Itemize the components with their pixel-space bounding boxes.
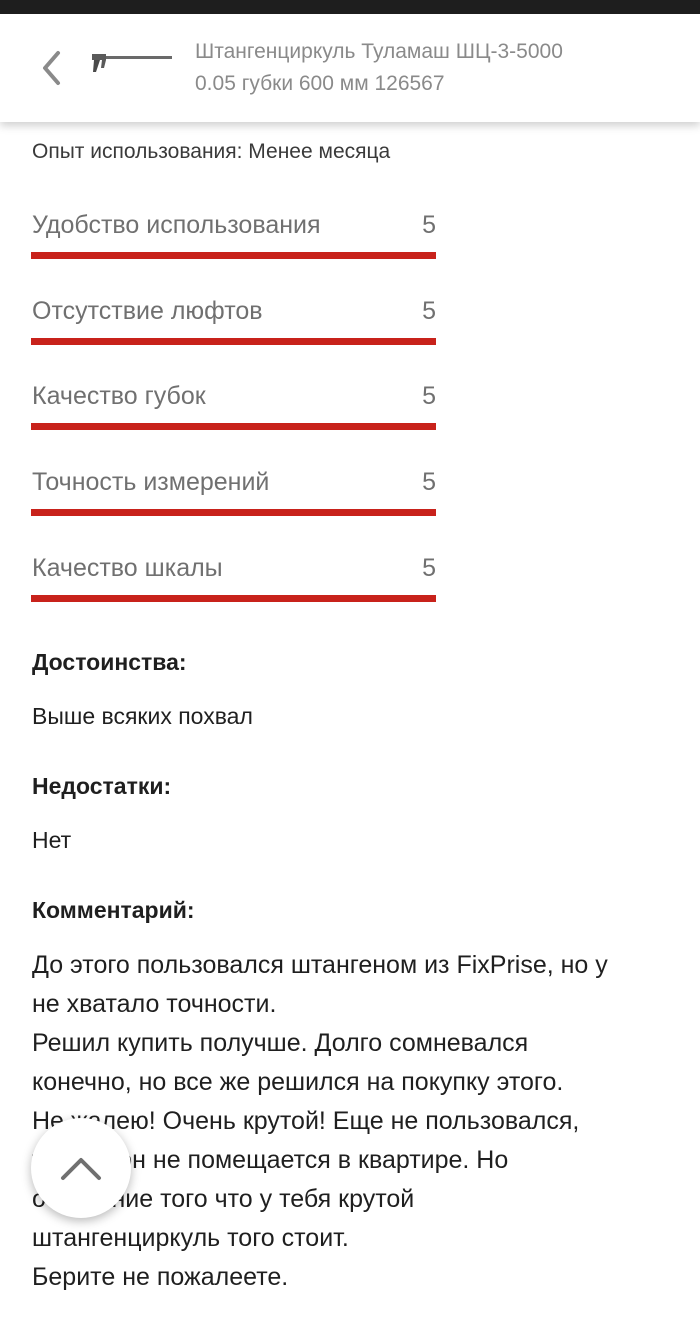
product-title-line-2: 0.05 губки 600 мм 126567 [195, 72, 445, 95]
product-thumbnail[interactable] [90, 50, 174, 80]
rating-bar [31, 423, 436, 431]
product-header: Штангенциркуль Туламаш ШЦ-3-5000 0.05 гу… [0, 14, 700, 122]
comment-line: Берите не пожалеете. [32, 1263, 289, 1291]
comment-line: штангенциркуль того стоит. [32, 1224, 349, 1252]
pros-text: Выше всяких похвал [32, 703, 253, 729]
rating-list: Удобство использования 5 Отсутствие люфт… [31, 200, 436, 629]
rating-bar [31, 252, 436, 259]
rating-value: 5 [422, 211, 436, 239]
rating-label: Качество шкалы [32, 553, 223, 582]
rating-row-backlash: Отсутствие люфтов 5 [31, 286, 436, 372]
comment-heading: Комментарий: [32, 897, 195, 923]
rating-label: Качество губок [32, 382, 206, 411]
rating-row-jaws: Качество губок 5 [31, 371, 436, 457]
comment-line: До этого пользовался штангеном из FixPri… [32, 951, 608, 979]
chevron-left-icon [43, 51, 60, 85]
comment-line: конечно, но все же решился на покупку эт… [32, 1068, 564, 1096]
cons-text: Нет [32, 827, 72, 853]
comment-line: Не жалею! Очень крутой! Еще не пользовал… [32, 1107, 580, 1135]
back-button[interactable] [28, 44, 76, 92]
cons-heading: Недостатки: [32, 773, 172, 799]
product-title[interactable]: Штангенциркуль Туламаш ШЦ-3-5000 0.05 гу… [195, 36, 665, 100]
rating-bar [31, 509, 436, 517]
rating-bar [31, 337, 436, 345]
rating-label: Точность измерений [32, 468, 270, 497]
rating-value: 5 [422, 296, 436, 325]
rating-label: Отсутствие люфтов [32, 296, 263, 325]
rating-value: 5 [422, 382, 436, 411]
rating-row-usability: Удобство использования 5 [31, 200, 436, 286]
rating-value: 5 [422, 553, 436, 582]
rating-label: Удобство использования [32, 211, 321, 239]
rating-row-scale: Качество шкалы 5 [31, 543, 436, 629]
rating-bar [31, 594, 436, 602]
scroll-to-top-button[interactable] [31, 1118, 131, 1218]
usage-experience: Опыт использования: Менее месяца [32, 140, 391, 163]
comment-line: осознание того что у тебя крутой [32, 1185, 415, 1213]
chevron-up-icon [61, 1158, 101, 1180]
comment-line: не хватало точности. [32, 990, 277, 1018]
product-title-line-1: Штангенциркуль Туламаш ШЦ-3-5000 [195, 40, 563, 63]
pros-heading: Достоинства: [32, 649, 187, 675]
rating-row-accuracy: Точность измерений 5 [31, 457, 436, 543]
status-bar [0, 0, 700, 14]
comment-text: До этого пользовался штангеном из FixPri… [32, 946, 682, 1297]
rating-value: 5 [422, 468, 436, 497]
comment-line: Решил купить получше. Долго сомневался [32, 1029, 529, 1057]
